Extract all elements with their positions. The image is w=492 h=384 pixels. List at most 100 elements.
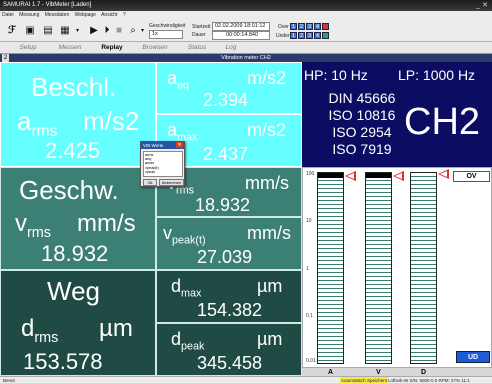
tab-bar: Setup Messen Replay Browsen Status Log (0, 42, 492, 54)
view-title: Vibration meter CH2 (0, 54, 492, 62)
dpeak-unit: µm (257, 329, 283, 349)
tab-status[interactable]: Status (178, 42, 216, 54)
bar-d (410, 172, 437, 364)
y-tick-100: 100 (306, 171, 315, 177)
accel-rms-value: 2.425 (45, 138, 101, 163)
vrms-value: 18.932 (195, 195, 251, 215)
aeq-value: 2.394 (203, 90, 249, 110)
step-icon[interactable]: ⏵ (101, 24, 113, 38)
dropdown-arrow-icon[interactable]: ▾ (74, 24, 81, 38)
status-bar: Bereit Automatisch Speichern Lofttvib-W … (0, 376, 492, 384)
list-item[interactable]: vpeak (145, 170, 181, 174)
menu-help[interactable]: ? (123, 12, 126, 18)
start-time-label: Startzeit (192, 24, 211, 30)
tab-log[interactable]: Log (216, 42, 246, 54)
elapsed-time-label: Dauer (192, 32, 206, 38)
accel-rms-unit: m/s2 (83, 106, 140, 136)
aeq-panel: aeq m/s2 2.394 (156, 62, 302, 114)
tab-replay[interactable]: Replay (92, 42, 132, 54)
window-title: SAMURAI 1.7 - VibMeter [Laden] (3, 2, 92, 8)
record-icon[interactable]: ▣ (22, 24, 38, 38)
vib-values-dialog: VIB Werte ✕ arms aeq amax vpeak(t) vpeak… (140, 141, 185, 187)
velocity-panel: Geschw. vrms mm/s 18.932 (0, 167, 156, 270)
bar-v-peak (366, 173, 391, 178)
tab-browsen[interactable]: Browsen (132, 42, 178, 54)
menu-ansicht[interactable]: Ansicht (101, 12, 117, 18)
amax-unit: m/s2 (247, 120, 287, 140)
window-titlebar: SAMURAI 1.7 - VibMeter [Laden] _ ✕ (0, 0, 492, 11)
filter-panel: HP: 10 Hz LP: 1000 Hz DIN 45666 ISO 1081… (302, 62, 492, 167)
level-meter: 100 10 1 0.1 0.01 (302, 167, 492, 368)
overload-button[interactable]: OV (453, 171, 490, 182)
vpeak-value: 27.039 (197, 247, 253, 267)
over-ch4: 4 (314, 23, 321, 30)
app-icon[interactable]: ℱ (3, 24, 21, 38)
close-icon[interactable]: ✕ (176, 142, 183, 148)
aeq-label: aeq (167, 68, 190, 92)
velocity-title: Geschw. (19, 175, 119, 205)
hp-filter: HP: 10 Hz (304, 67, 368, 83)
standards-list: DIN 45666 ISO 10816 ISO 2954 ISO 7919 (326, 90, 398, 158)
ok-button[interactable]: Ok (143, 179, 157, 186)
accel-panel: Beschl. arms m/s2 2.425 (0, 62, 156, 167)
menu-messdaten[interactable]: Messdaten (45, 12, 69, 18)
bar-a-label: A (327, 369, 334, 376)
stop-icon[interactable]: ■ (113, 24, 125, 38)
underrange-button[interactable]: UD (456, 351, 490, 363)
vrms-unit: mm/s (245, 173, 289, 193)
displacement-panel: Weg drms µm 153.578 (0, 270, 156, 376)
over-indicator (322, 23, 329, 30)
play-icon[interactable]: ▶ (88, 24, 100, 38)
over-ch1: 1 (290, 23, 297, 30)
channel-label: CH2 (404, 101, 481, 143)
tab-messen[interactable]: Messen (48, 42, 92, 54)
binoculars-icon[interactable]: ⌕ (127, 24, 139, 38)
tab-setup[interactable]: Setup (8, 42, 48, 54)
menu-bar: Datei Messung Messdaten Webpage Ansicht … (0, 11, 492, 20)
dpeak-value: 345.458 (197, 353, 263, 373)
displacement-title: Weg (47, 276, 100, 306)
bar-d-marker-icon (438, 169, 449, 179)
vpeak-panel: vpeak(t) mm/s 27.039 (156, 217, 302, 270)
chart-icon[interactable]: ▦ (57, 24, 73, 38)
bar-v-label: V (376, 369, 381, 376)
under-indicator (322, 32, 329, 39)
speed-select[interactable]: 1x (149, 30, 183, 39)
lp-filter: LP: 1000 Hz (398, 67, 476, 83)
elapsed-time-field: 00:00:14.840 (212, 31, 270, 40)
displacement-rms-unit: µm (99, 315, 133, 342)
open-file-icon[interactable]: ▤ (40, 24, 56, 38)
speed-label: Geschwindigkeit (149, 23, 186, 29)
window-controls[interactable]: _ ✕ (476, 0, 488, 11)
menu-webpage[interactable]: Webpage (75, 12, 96, 18)
dropdown-arrow-icon[interactable]: ▾ (139, 24, 146, 38)
accel-title: Beschl. (31, 72, 117, 102)
y-tick-0-1: 0.1 (306, 313, 313, 319)
bar-a-marker-icon (345, 171, 356, 181)
menu-messung[interactable]: Messung (19, 12, 39, 18)
y-tick-10: 10 (306, 218, 312, 224)
dialog-list[interactable]: arms aeq amax vpeak(t) vpeak (143, 151, 183, 177)
standard-din-45666: DIN 45666 (328, 90, 396, 106)
view-number: 2 (2, 54, 9, 62)
aeq-unit: m/s2 (247, 68, 287, 88)
under-ch1: 1 (290, 32, 297, 39)
over-ch3: 3 (306, 23, 313, 30)
under-ch3: 3 (306, 32, 313, 39)
under-ch4: 4 (314, 32, 321, 39)
bar-a-peak (318, 173, 343, 178)
displacement-rms-label: drms (21, 315, 59, 346)
bar-v-marker-icon (393, 171, 404, 181)
dmax-unit: µm (257, 276, 283, 296)
menu-datei[interactable]: Datei (2, 12, 14, 18)
dpeak-panel: dpeak µm 345.458 (156, 323, 302, 376)
start-time-field: 02.02.2009 18:01:12 (212, 22, 270, 31)
dmax-panel: dmax µm 154.382 (156, 270, 302, 323)
standard-iso-2954: ISO 2954 (332, 124, 392, 140)
standard-iso-10816: ISO 10816 (328, 107, 396, 123)
y-tick-1: 1 (306, 266, 309, 272)
bar-a (317, 172, 344, 364)
cancel-button[interactable]: Abbrechen (159, 179, 184, 186)
under-label: Under (276, 33, 290, 39)
toolbar: ℱ ▣ ▤ ▦ ▾ ▶ ⏵ ■ ⌕ ▾ Geschwindigkeit 1x S… (0, 20, 492, 42)
